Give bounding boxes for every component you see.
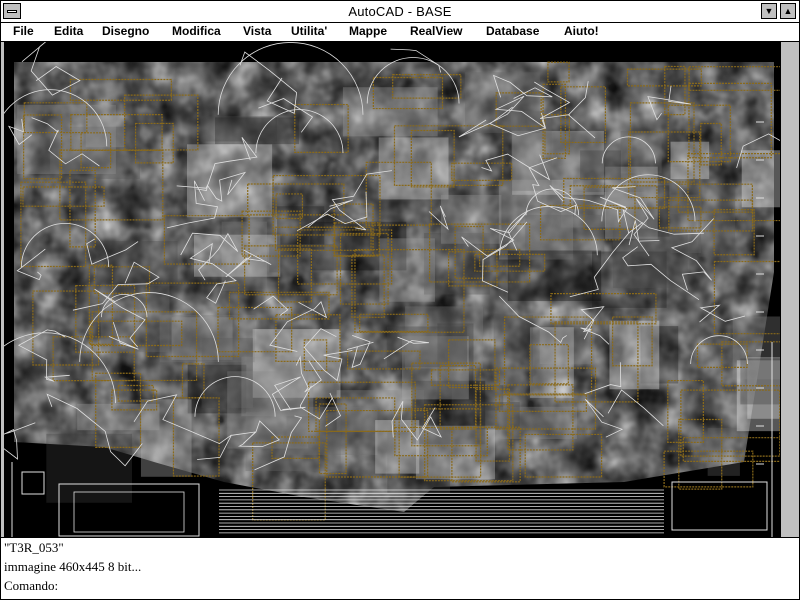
drawing-area[interactable] bbox=[4, 42, 780, 537]
raster-tile bbox=[493, 314, 533, 384]
menu-file[interactable]: File bbox=[13, 24, 34, 38]
raster-tile bbox=[612, 228, 688, 289]
raster-tile bbox=[440, 194, 502, 244]
menu-mappe[interactable]: Mappe bbox=[349, 24, 387, 38]
raster-tile bbox=[741, 150, 780, 208]
menu-disegno[interactable]: Disegno bbox=[102, 24, 149, 38]
command-line-2: immagine 460x445 8 bit... bbox=[4, 559, 142, 574]
menu-aiuto[interactable]: Aiuto! bbox=[564, 24, 599, 38]
maximize-button[interactable]: ▲ bbox=[780, 3, 796, 19]
command-window[interactable]: "T3R_053" immagine 460x445 8 bit... Coma… bbox=[1, 537, 799, 599]
menu-bar: File Edita Disegno Modifica Vista Utilit… bbox=[1, 23, 799, 42]
raster-tile bbox=[378, 137, 449, 200]
raster-tile bbox=[529, 327, 574, 398]
raster-tile bbox=[740, 358, 780, 405]
title-bar[interactable]: AutoCAD - BASE ▼ ▲ bbox=[1, 1, 799, 23]
raster-tile bbox=[707, 428, 740, 476]
autocad-window: AutoCAD - BASE ▼ ▲ File Edita Disegno Mo… bbox=[0, 0, 800, 600]
menu-modifica[interactable]: Modifica bbox=[172, 24, 221, 38]
minimize-button[interactable]: ▼ bbox=[761, 3, 777, 19]
raster-tile bbox=[342, 87, 438, 137]
raster-tile bbox=[215, 117, 299, 145]
raster-tile bbox=[159, 314, 255, 363]
menu-database[interactable]: Database bbox=[486, 24, 539, 38]
command-line-1: "T3R_053" bbox=[4, 540, 64, 555]
raster-tile bbox=[609, 320, 660, 390]
menu-vista[interactable]: Vista bbox=[243, 24, 271, 38]
command-prompt[interactable]: Comando: bbox=[4, 576, 799, 595]
menu-edita[interactable]: Edita bbox=[54, 24, 83, 38]
drawing-svg bbox=[4, 42, 780, 537]
raster-tile bbox=[580, 150, 621, 181]
raster-tile bbox=[186, 144, 273, 218]
menu-realview[interactable]: RealView bbox=[410, 24, 462, 38]
window-title: AutoCAD - BASE bbox=[348, 4, 452, 19]
vertical-scrollbar[interactable] bbox=[780, 42, 799, 537]
menu-utilita[interactable]: Utilita' bbox=[291, 24, 327, 38]
raster-tile bbox=[77, 403, 160, 431]
raster-tile bbox=[375, 420, 420, 474]
raster-tile bbox=[698, 183, 736, 257]
raster-tile bbox=[670, 141, 710, 180]
